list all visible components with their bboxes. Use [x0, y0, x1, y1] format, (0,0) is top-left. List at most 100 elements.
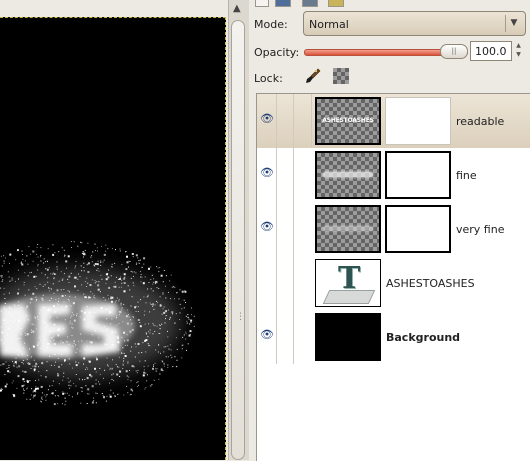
particle-dot [163, 351, 165, 353]
particle-dot [139, 322, 141, 324]
particle-dot [22, 370, 24, 372]
particle-dot [95, 392, 97, 394]
particle-dot [46, 361, 48, 363]
particle-dot [92, 293, 94, 295]
layer-thumbnail[interactable]: ASHESTOASHES [315, 97, 381, 145]
particle-dot [37, 265, 39, 267]
particle-dot [88, 360, 91, 363]
particle-dot [127, 361, 129, 363]
scrollbar-thumb[interactable] [231, 20, 245, 460]
opacity-field[interactable]: 100.0 [470, 41, 512, 61]
particle-dot [60, 271, 62, 273]
dock-tab-channels[interactable] [302, 0, 318, 7]
particle-dot [5, 309, 7, 311]
particle-dot [159, 333, 161, 334]
particle-dot [121, 279, 123, 281]
layer-thumbnail[interactable] [315, 313, 381, 361]
eye-icon[interactable]: 👁 [260, 221, 274, 232]
layer-name[interactable]: Background [386, 331, 460, 344]
layer-name[interactable]: very fine [456, 223, 504, 236]
particle-dot [33, 394, 36, 397]
layer-thumbnail[interactable] [315, 205, 381, 253]
particle-dot [64, 359, 66, 362]
chevron-down-icon[interactable]: ▼ [505, 15, 522, 32]
particle-dot [14, 320, 16, 322]
divider [293, 256, 294, 310]
layer-row-fine[interactable]: 👁 fine [257, 148, 530, 202]
particle-dot [105, 244, 107, 246]
layer-name[interactable]: readable [456, 115, 504, 128]
layer-row-background[interactable]: 👁 Background [257, 310, 530, 364]
particle-dot [122, 364, 124, 366]
particle-dot [81, 284, 83, 286]
particle-dot [0, 364, 2, 366]
scroll-up-icon[interactable]: ▲ [233, 3, 241, 14]
particle-dot [63, 273, 65, 275]
layer-name[interactable]: fine [456, 169, 477, 182]
layer-thumbnail[interactable] [315, 151, 381, 199]
dock-tab[interactable] [255, 0, 269, 7]
layer-name[interactable]: ASHESTOASHES [386, 277, 475, 290]
checkerboard-icon[interactable] [333, 68, 349, 84]
particle-dot [44, 284, 46, 286]
particle-dot [159, 304, 161, 306]
particle-dot [35, 275, 37, 277]
particle-dot [53, 305, 56, 307]
particle-dot [108, 269, 110, 271]
particle-dot [147, 294, 149, 296]
particle-dot [123, 357, 125, 359]
pane-resize-grip-icon[interactable]: ⋮ [236, 312, 245, 322]
particle-dot [119, 311, 122, 314]
particle-dot [17, 375, 20, 378]
divider [293, 148, 294, 202]
layer-row-very-fine[interactable]: 👁 very fine [257, 202, 530, 256]
particle-dot [56, 268, 58, 270]
paintbrush-icon[interactable] [304, 67, 322, 85]
particle-dot [121, 309, 123, 311]
opacity-spinner[interactable]: ▲ ▼ [513, 41, 524, 61]
particle-dot [0, 275, 2, 277]
layer-mask-thumbnail[interactable] [385, 151, 451, 199]
layer-row-readable[interactable]: 👁 ASHESTOASHES readable [257, 94, 530, 148]
particle-dot [145, 387, 147, 388]
particle-dot [27, 263, 29, 265]
particle-dot [1, 326, 3, 328]
particle-dot [147, 343, 149, 345]
mode-dropdown[interactable]: Normal ▼ [303, 11, 526, 36]
opacity-slider-handle[interactable]: || [440, 44, 468, 59]
layer-mask-thumbnail[interactable] [385, 205, 451, 253]
particle-dot [64, 392, 66, 394]
layer-mask-thumbnail[interactable] [385, 97, 451, 145]
particle-dot [25, 334, 27, 336]
particle-dot [152, 333, 154, 335]
particle-dot [83, 311, 86, 314]
canvas-vertical-scrollbar[interactable]: ▲ [228, 0, 249, 460]
text-layer-icon[interactable]: T [315, 259, 381, 307]
particle-dot [0, 387, 2, 389]
particle-dot [176, 292, 178, 294]
eye-icon[interactable]: 👁 [260, 167, 274, 178]
particle-dot [30, 271, 32, 273]
image-canvas[interactable] [0, 17, 226, 460]
layer-row-ashestoashes[interactable]: T ASHESTOASHES [257, 256, 530, 310]
particle-dot [129, 394, 131, 396]
particle-dot [135, 263, 137, 265]
dock-tab-paths[interactable] [328, 0, 344, 7]
spin-up-icon[interactable]: ▲ [513, 41, 524, 50]
eye-icon[interactable]: 👁 [260, 113, 274, 124]
particle-dot [90, 297, 92, 298]
particle-dot [69, 322, 71, 324]
particle-dot [47, 389, 49, 391]
particle-dot [136, 262, 138, 264]
particle-dot [45, 376, 47, 378]
particle-dot [83, 262, 85, 264]
dock-tab-layers[interactable] [275, 0, 291, 7]
eye-icon[interactable]: 👁 [260, 329, 274, 340]
layer-list[interactable]: 👁 ASHESTOASHES readable 👁 fine 👁 very fi… [256, 93, 530, 461]
particle-dot [77, 392, 79, 394]
particle-dot [154, 304, 156, 306]
particle-dot [168, 348, 170, 350]
particle-dot [45, 349, 47, 351]
particle-dot [168, 309, 169, 311]
spin-down-icon[interactable]: ▼ [513, 50, 524, 59]
